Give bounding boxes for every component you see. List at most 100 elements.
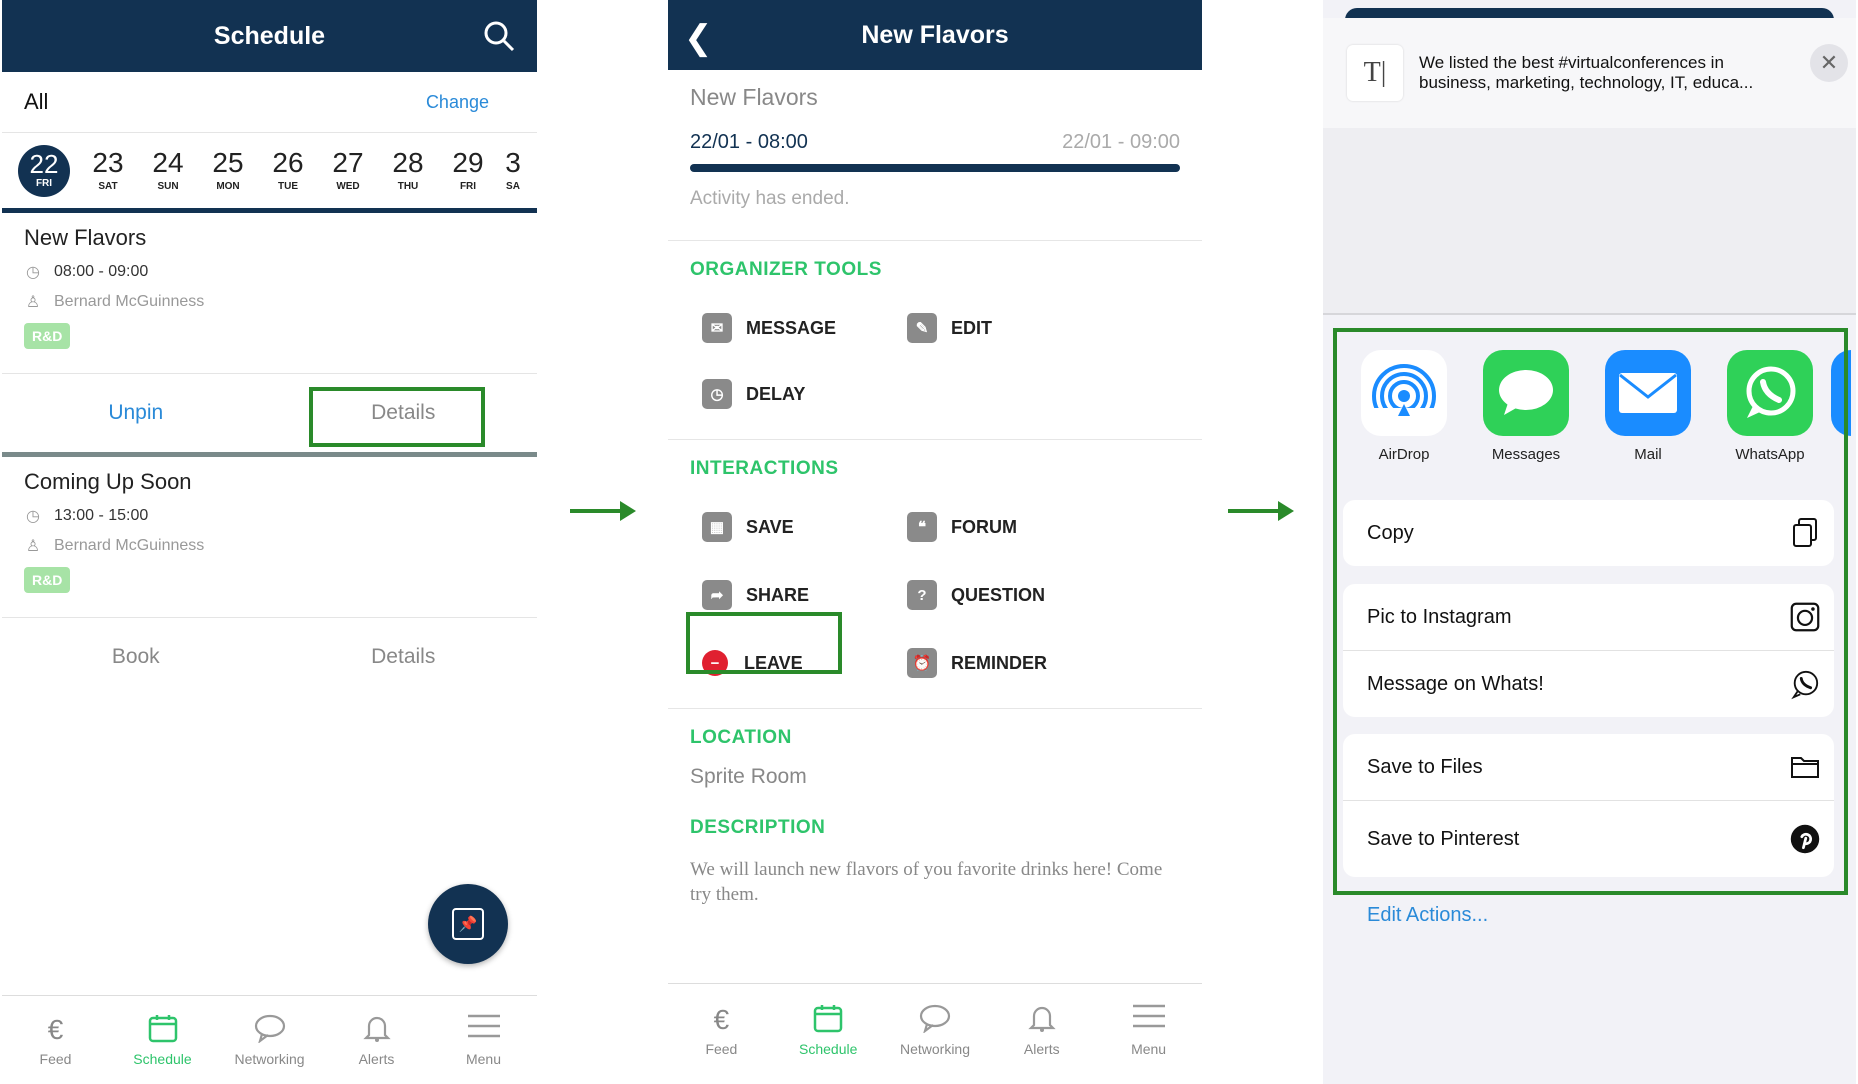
event-tag: R&D [24,323,71,349]
event-speaker: ♙ Bernard McGuinness [25,293,205,311]
location-value: Sprite Room [690,765,807,788]
clock-icon: ◷ [702,379,732,409]
tab-feed[interactable]: € Feed [2,996,109,1084]
event-detail-screen: ❮ New Flavors New Flavors 22/01 - 08:00 … [668,0,1202,1084]
tab-feed[interactable]: € Feed [668,984,775,1076]
location-section: LOCATION Sprite Room DESCRIPTION We will… [668,708,1202,907]
flow-arrow [1228,501,1294,521]
tab-bar: € Feed Schedule Networking Alerts Menu [668,983,1202,1076]
share-preview: T| We listed the best #virtualconference… [1323,18,1856,129]
reminder-button[interactable]: ⏰ REMINDER [907,648,1112,678]
date-strip[interactable]: 22 FRI 23 SAT 24 SUN 25 MON 26 TUE 27 WED 28 TH… [2,133,537,213]
preview-text: We listed the best #virtualconferences i… [1419,53,1754,92]
schedule-navbar: Schedule [2,0,537,72]
progress-bar [690,164,1180,172]
euro-icon: € [47,1014,64,1045]
date-item[interactable]: 3 SA [498,149,528,192]
date-item[interactable]: 29 FRI [438,149,498,193]
bell-icon [362,1013,391,1047]
event-tag: R&D [24,567,71,593]
question-icon: ? [907,580,937,610]
highlight-share-sheet [1333,328,1848,895]
calendar-icon: ▦ [702,512,732,542]
detail-navbar: ❮ New Flavors [668,0,1202,70]
event-speaker: ♙ Bernard McGuinness [25,537,205,555]
tab-networking[interactable]: Networking [216,996,323,1084]
edit-actions-link[interactable]: Edit Actions... [1367,904,1488,927]
end-time: 22/01 - 09:00 [1062,131,1180,153]
date-item[interactable]: 25 MON [198,149,258,193]
schedule-screen: Schedule All Change 22 FRI 23 SAT 24 SUN 25… [2,0,537,1084]
chat-bubble-icon [919,1003,951,1037]
person-icon: ♙ [25,294,41,311]
event-title: New Flavors [24,225,147,250]
text-icon: T| [1347,45,1403,101]
person-icon: ♙ [25,538,41,555]
flow-arrow [570,501,636,521]
preview-area [1323,128,1856,315]
euro-icon: € [713,1004,730,1035]
tab-schedule[interactable]: Schedule [775,984,882,1076]
details-button[interactable]: Details [270,645,538,669]
tab-bar: € Feed Schedule Networking Alerts Menu [2,995,537,1084]
date-item[interactable]: 24 SUN [138,149,198,193]
section-title: ORGANIZER TOOLS [690,259,882,280]
share-button[interactable]: ➦ SHARE [702,580,907,610]
date-item[interactable]: 23 SAT [78,149,138,193]
event-card[interactable]: Coming Up Soon ◷ 13:00 - 15:00 ♙ Bernard M… [2,457,537,593]
status-text: Activity has ended. [690,188,850,209]
organizer-tools-section: ORGANIZER TOOLS ✉ MESSAGE ✎ EDIT ◷ DELAY [668,240,1202,439]
section-title: LOCATION [690,727,792,748]
bell-icon [1028,1003,1056,1037]
edit-button[interactable]: ✎ EDIT [907,313,1112,343]
tab-alerts[interactable]: Alerts [988,984,1095,1076]
forum-icon: ❝ [907,512,937,542]
highlight-details [309,387,485,447]
alarm-clock-icon: ⏰ [907,648,937,678]
unpin-button[interactable]: Unpin [2,401,270,425]
close-icon[interactable]: ✕ [1810,44,1848,82]
book-button[interactable]: Book [2,645,270,669]
description-text: We will launch new flavors of you favori… [690,859,1163,905]
chat-bubble-icon [254,1013,286,1047]
back-chevron-icon[interactable]: ❮ [684,18,713,58]
pencil-icon: ✎ [907,313,937,343]
question-button[interactable]: ? QUESTION [907,580,1112,610]
page-title: New Flavors [861,20,1009,49]
envelope-icon: ✉ [702,313,732,343]
hamburger-menu-icon [467,1013,501,1047]
search-icon[interactable] [483,20,515,59]
hamburger-menu-icon [1132,1003,1166,1037]
section-title: DESCRIPTION [690,817,826,838]
tab-networking[interactable]: Networking [882,984,989,1076]
page-title: Schedule [213,21,326,50]
calendar-icon [148,1013,178,1047]
event-title: Coming Up Soon [24,469,192,494]
event-actions: Book Details [2,617,537,696]
message-button[interactable]: ✉ MESSAGE [702,313,907,343]
start-time: 22/01 - 08:00 [690,131,808,153]
event-times: 22/01 - 08:00 22/01 - 09:00 [668,111,1202,154]
tab-alerts[interactable]: Alerts [323,996,430,1084]
highlight-share [686,612,842,674]
change-filter-link[interactable]: Change [426,92,489,113]
date-item[interactable]: 22 FRI [18,144,70,197]
pin-fab-button[interactable]: 📌 [428,884,508,964]
date-item[interactable]: 26 TUE [258,149,318,193]
event-time: ◷ 08:00 - 09:00 [24,263,515,281]
delay-button[interactable]: ◷ DELAY [702,379,907,409]
forum-button[interactable]: ❝ FORUM [907,512,1112,542]
event-card[interactable]: New Flavors ◷ 08:00 - 09:00 ♙ Bernard McGu… [2,213,537,349]
section-title: INTERACTIONS [690,458,839,479]
event-time: ◷ 13:00 - 15:00 [24,507,515,525]
pin-icon: 📌 [452,908,484,940]
tab-schedule[interactable]: Schedule [109,996,216,1084]
date-item[interactable]: 28 THU [378,149,438,193]
filter-label: All [24,89,49,114]
clock-icon: ◷ [26,508,40,525]
tab-menu[interactable]: Menu [430,996,537,1084]
event-title: New Flavors [690,84,818,110]
save-button[interactable]: ▦ SAVE [702,512,907,542]
date-item[interactable]: 27 WED [318,149,378,193]
tab-menu[interactable]: Menu [1095,984,1202,1076]
